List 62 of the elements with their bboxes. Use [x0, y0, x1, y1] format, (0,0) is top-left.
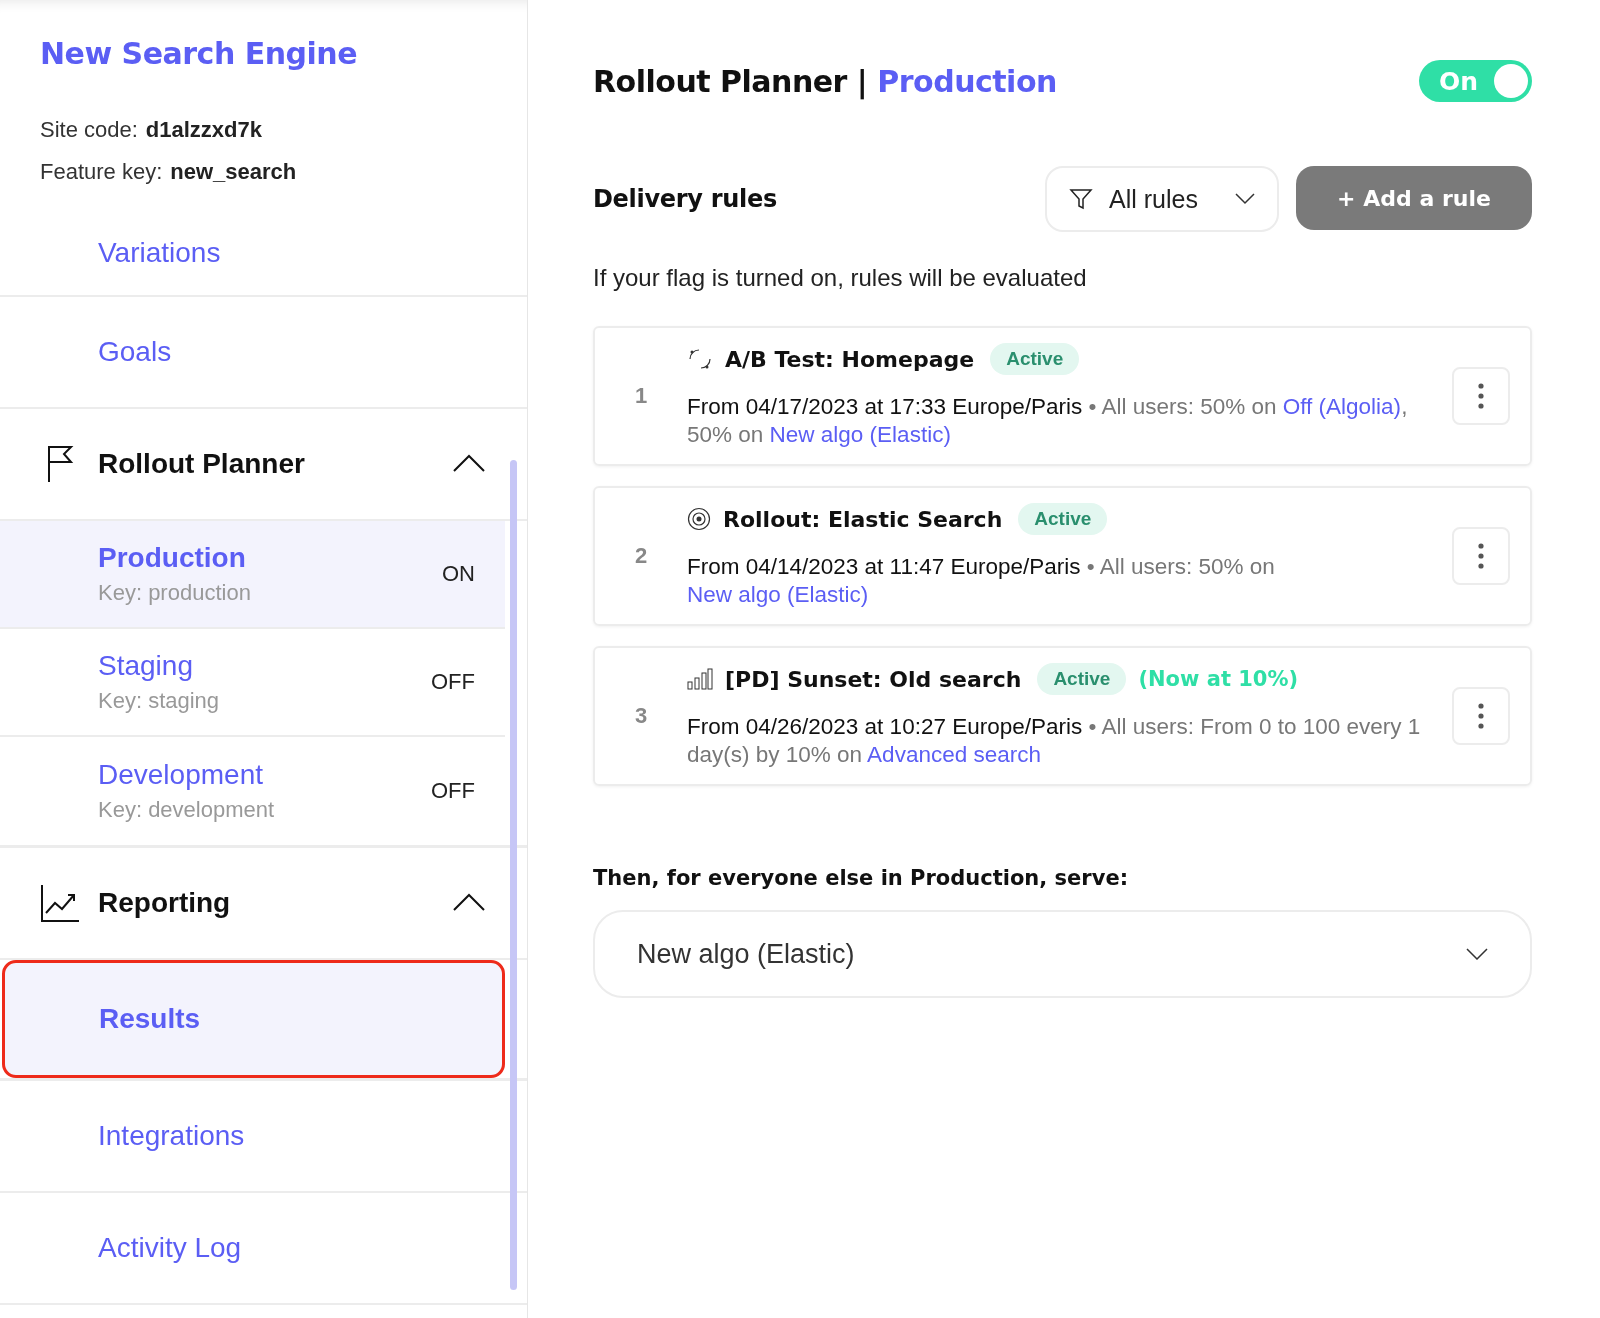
feature-key-label: Feature key:	[40, 159, 163, 185]
scrollbar[interactable]	[510, 460, 517, 1290]
rule-description: From 04/26/2023 at 10:27 Europe/Paris • All users: From 0 to 100 every 1 day(s) by 10% on Advanced search	[687, 713, 1422, 769]
fallback-label: Then, for everyone else in Production, serve:	[593, 866, 1130, 890]
variation-select[interactable]: New algo (Elastic)	[593, 910, 1532, 998]
section-heading: Delivery rules	[593, 185, 777, 213]
target-icon	[687, 507, 711, 531]
progress-text: (Now at 10%)	[1138, 667, 1299, 691]
environment-item[interactable]: Results	[2, 960, 505, 1078]
sidebar-link[interactable]: Goals	[98, 336, 172, 368]
sidebar-link[interactable]: Activity Log	[98, 1232, 242, 1264]
rule-number: 2	[633, 543, 649, 569]
variation-link[interactable]: Advanced search	[867, 742, 1041, 767]
status-badge: Active	[1037, 663, 1127, 695]
line-chart-icon	[40, 883, 80, 923]
rule-name: Rollout: Elastic Search	[723, 506, 1003, 532]
environment-status: OFF	[431, 669, 475, 695]
more-options-button[interactable]	[1452, 687, 1510, 745]
status-badge: Active	[1018, 503, 1108, 535]
rule-name: A/B Test: Homepage	[725, 346, 975, 372]
rule-description: From 04/14/2023 at 11:47 Europe/Paris • All users: 50% on New algo (Elastic)	[687, 553, 1276, 609]
site-code-value: d1alzzxd7k	[145, 117, 262, 143]
more-options-button[interactable]	[1452, 367, 1510, 425]
chevron-down-icon	[1466, 948, 1488, 960]
chevron-down-icon	[1235, 193, 1255, 205]
sidebar-link[interactable]: Integrations	[98, 1120, 245, 1152]
environment-status: OFF	[431, 778, 475, 804]
ab-test-icon	[687, 347, 713, 371]
environment-title: Production	[877, 63, 1057, 99]
vertical-dots-icon	[1478, 383, 1484, 409]
vertical-dots-icon	[1478, 543, 1484, 569]
rule-description: From 04/17/2023 at 17:33 Europe/Paris • All users: 50% on Off (Algolia), 50% on New algo (Elastic)	[687, 393, 1409, 449]
add-rule-button[interactable]: + Add a rule	[1296, 166, 1532, 230]
environment-status: ON	[442, 561, 475, 587]
filter-dropdown[interactable]: All rules	[1045, 166, 1279, 232]
more-options-button[interactable]	[1452, 527, 1510, 585]
bar-chart-icon	[687, 668, 713, 690]
environment-item[interactable]: Production Key: production ON	[0, 521, 505, 629]
environment-key: Key: development	[98, 797, 275, 823]
chevron-icon[interactable]	[453, 893, 485, 911]
rules-description: If your flag is turned on, rules will be evaluated	[593, 264, 1088, 292]
feature-key-value: new_search	[170, 159, 297, 185]
section-title: Reporting	[98, 887, 231, 919]
filter-icon	[1069, 187, 1093, 211]
site-code-label: Site code:	[40, 117, 138, 143]
rule-name: [PD] Sunset: Old search	[725, 666, 1022, 692]
status-badge: Active	[990, 343, 1080, 375]
environment-item[interactable]: Staging Key: staging OFF	[0, 629, 505, 737]
vertical-dots-icon	[1478, 703, 1484, 729]
chevron-icon[interactable]	[453, 454, 485, 472]
environment-key: Key: production	[98, 580, 251, 606]
section-title: Rollout Planner	[98, 448, 305, 480]
variation-link[interactable]: New algo (Elastic)	[687, 582, 869, 607]
page-title: Rollout Planner |	[593, 63, 868, 99]
environment-key: Key: staging	[98, 688, 220, 714]
sidebar-link[interactable]: Variations	[98, 237, 221, 269]
environment-item[interactable]: Development Key: development OFF	[0, 737, 505, 845]
feature-title: New Search Engine	[40, 36, 358, 71]
rule-number: 1	[633, 383, 649, 409]
variation-link[interactable]: New algo (Elastic)	[769, 422, 951, 447]
variation-link[interactable]: Off (Algolia)	[1282, 394, 1402, 419]
rule-number: 3	[633, 703, 649, 729]
